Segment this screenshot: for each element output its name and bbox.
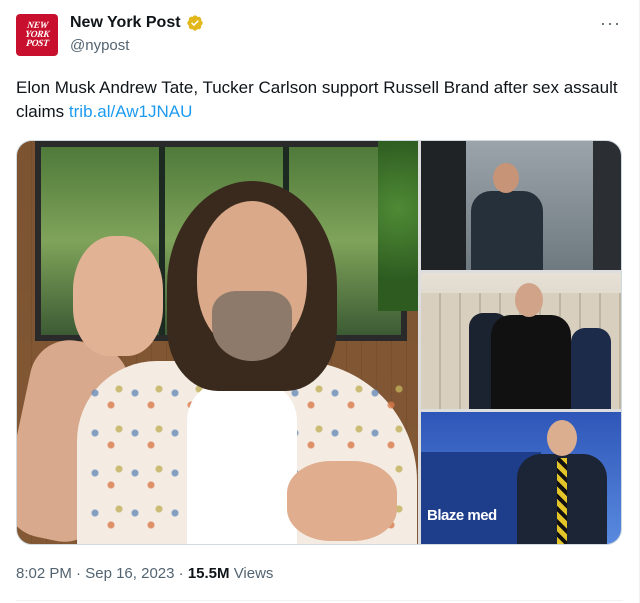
avatar-line-3: POST [25,38,49,49]
tweet-card: NEW YORK POST New York Post @nypost ··· … [0,0,640,603]
meta-separator: · [178,565,188,582]
tweet-time[interactable]: 8:02 PM [16,565,72,582]
tweet-link[interactable]: trib.al/Aw1JNAU [69,102,192,121]
person-figure [471,163,543,270]
vehicle [593,141,621,270]
avatar[interactable]: NEW YORK POST [16,14,58,56]
media-photo-2[interactable] [421,141,621,270]
vehicle [421,141,466,270]
person-figure [571,328,611,409]
media-grid[interactable]: Blaze med [16,140,622,545]
meta-separator: · [76,565,86,582]
person-hand [287,461,397,541]
verified-badge-icon [186,15,203,31]
author-handle[interactable]: @nypost [70,37,129,54]
banner-text: Blaze med [427,507,497,524]
media-photo-3[interactable] [421,273,621,409]
tweet-date[interactable]: Sep 16, 2023 [85,565,174,582]
divider [16,600,623,601]
author-name-row: New York Post [70,14,204,32]
person-raised-hand [73,236,163,356]
person-beard [212,291,292,361]
media-photo-main[interactable] [17,141,418,544]
person-figure [491,283,571,409]
media-photo-4[interactable]: Blaze med [421,412,621,544]
author-display-name[interactable]: New York Post [70,14,181,32]
views-label: Views [233,565,274,582]
plant-decoration [378,141,418,311]
views-count: 15.5M [187,565,230,582]
more-horizontal-icon[interactable]: ··· [600,14,621,32]
person-figure [517,420,607,544]
tweet-text: Elon Musk Andrew Tate, Tucker Carlson su… [16,76,620,124]
person-undershirt [187,381,297,544]
tweet-meta: 8:02 PM · Sep 16, 2023 · 15.5M Views [16,565,273,582]
